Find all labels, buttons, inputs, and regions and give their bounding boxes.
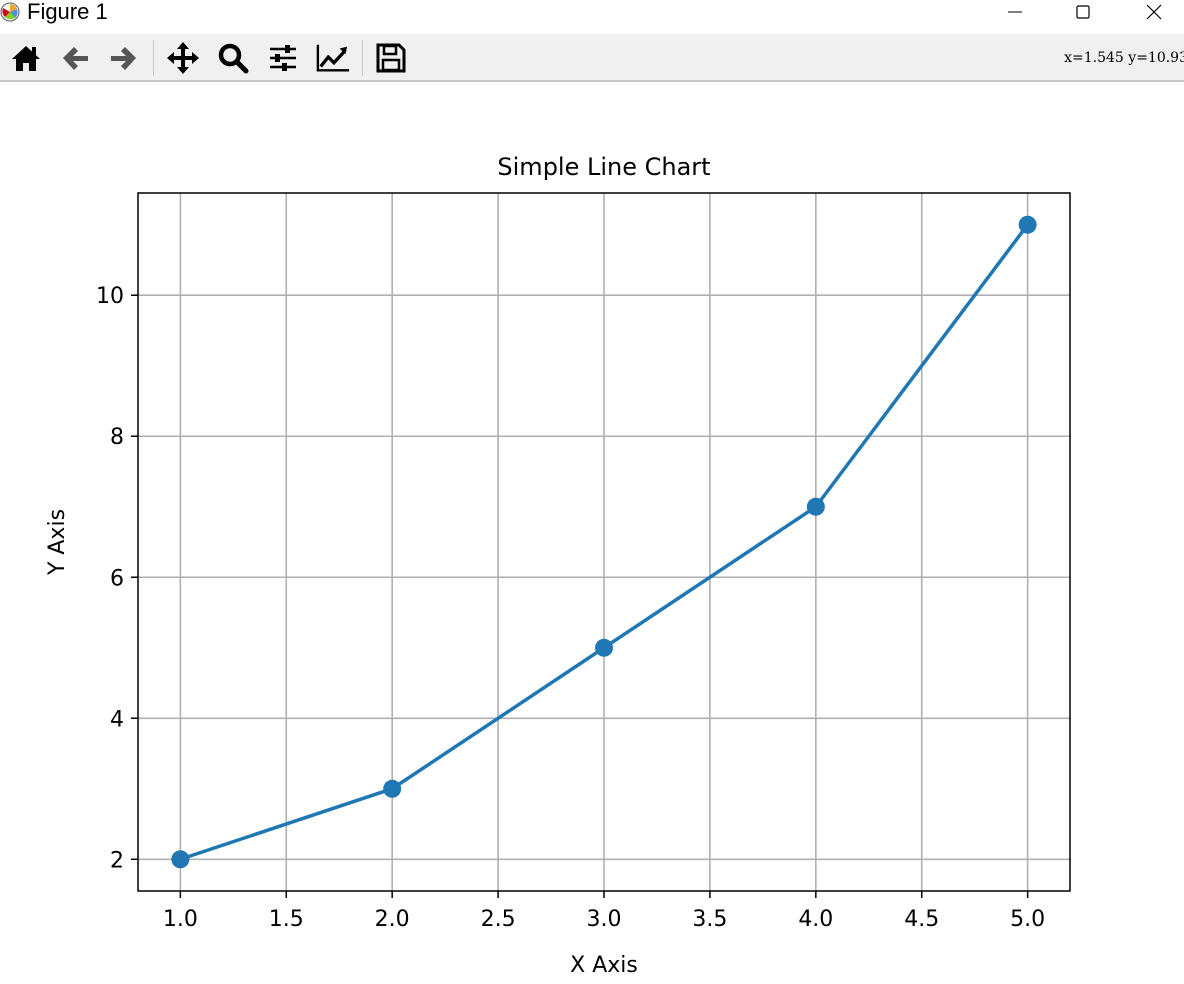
figure-canvas[interactable]: Simple Line Chart 1.0 1.5 2.0 2.5 3.0 3.5 4.0 4… (0, 82, 1184, 984)
data-point (171, 850, 190, 869)
data-point (806, 497, 825, 516)
y-tick-label: 8 (110, 425, 124, 450)
subplots-button[interactable] (266, 41, 300, 75)
y-tick-label: 4 (110, 707, 124, 732)
x-axis-label: X Axis (570, 953, 638, 978)
pan-icon (167, 42, 199, 74)
toolbar-separator (153, 40, 154, 76)
title-bar: Figure 1 (0, 0, 1184, 32)
x-tick-label: 1.5 (269, 907, 304, 932)
minimize-icon (1008, 11, 1022, 13)
zoom-icon (218, 43, 249, 74)
maximize-icon (1076, 5, 1090, 19)
x-tick-label: 2.0 (375, 907, 410, 932)
x-tick-label: 1.0 (163, 907, 198, 932)
save-button[interactable] (374, 41, 408, 75)
y-axis-label: Y Axis (45, 509, 70, 576)
matplotlib-logo-icon (0, 2, 20, 22)
back-button[interactable] (58, 41, 92, 75)
pan-button[interactable] (166, 41, 200, 75)
data-point (383, 779, 402, 798)
chart-title: Simple Line Chart (497, 153, 710, 181)
y-tick-label: 2 (110, 848, 124, 873)
figure-window: Figure 1 x=1.545 y=10.93 Simple Line Cha… (0, 0, 1184, 984)
x-tick-label: 2.5 (481, 907, 516, 932)
y-tick-label: 6 (110, 566, 124, 591)
forward-icon (111, 47, 136, 70)
data-point (1018, 215, 1037, 234)
back-icon (63, 47, 88, 70)
minimize-button[interactable] (992, 0, 1038, 24)
x-tick-label: 5.0 (1010, 907, 1045, 932)
customize-button[interactable] (316, 41, 350, 75)
x-tick-label: 3.5 (692, 907, 727, 932)
zoom-button[interactable] (216, 41, 250, 75)
window-title: Figure 1 (27, 0, 108, 24)
forward-button[interactable] (107, 41, 141, 75)
data-point (595, 638, 613, 657)
home-icon (12, 46, 40, 71)
y-tick-label: 10 (96, 284, 124, 309)
toolbar-separator (362, 40, 363, 76)
grid (138, 193, 1070, 891)
close-icon (1146, 4, 1162, 20)
close-button[interactable] (1131, 0, 1177, 24)
customize-icon (316, 44, 350, 72)
x-tick-label: 3.0 (587, 907, 622, 932)
subplots-icon (270, 45, 296, 71)
x-tick-label: 4.0 (798, 907, 833, 932)
home-button[interactable] (9, 41, 43, 75)
line-chart: Simple Line Chart 1.0 1.5 2.0 2.5 3.0 3.5 4.0 4… (45, 153, 1071, 978)
navigation-toolbar: x=1.545 y=10.93 (0, 34, 1184, 82)
cursor-coordinates: x=1.545 y=10.93 (1064, 50, 1184, 66)
x-tick-label: 4.5 (904, 907, 939, 932)
maximize-button[interactable] (1060, 0, 1106, 24)
x-axis-ticks: 1.0 1.5 2.0 2.5 3.0 3.5 4.0 4.5 5.0 (163, 891, 1045, 932)
save-icon (376, 43, 406, 73)
y-axis-ticks: 2 4 6 8 10 (96, 284, 138, 873)
